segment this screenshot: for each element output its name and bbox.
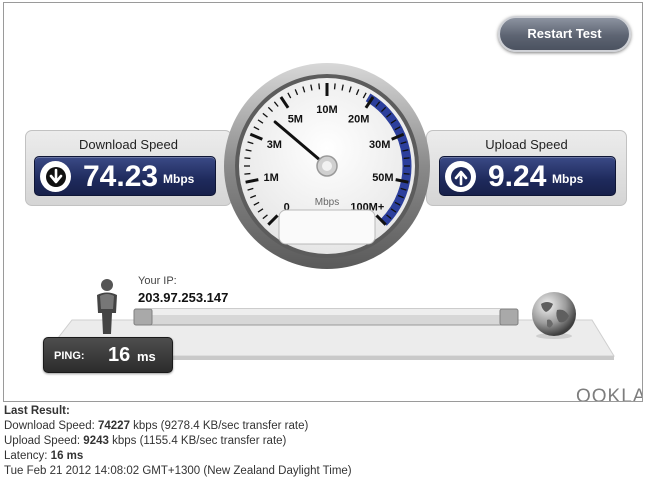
gauge-minor-tick — [318, 83, 321, 90]
arrow-down-icon — [40, 161, 71, 192]
gauge-minor-tick — [333, 83, 336, 90]
gauge-label: 1M — [263, 172, 278, 184]
gauge-label: 30M — [369, 139, 390, 151]
arrow-up-icon — [445, 161, 476, 192]
last-result-timestamp: Tue Feb 21 2012 14:08:02 GMT+1300 (New Z… — [4, 465, 352, 477]
ping-unit: ms — [137, 349, 156, 364]
gauge-label: 3M — [267, 139, 282, 151]
gauge-label: 20M — [348, 114, 369, 126]
last-result-section: Last Result: Download Speed: 74227 kbps … — [4, 404, 352, 479]
ping-value: 16 — [108, 344, 131, 366]
last-result-latency: Latency: 16 ms — [4, 450, 84, 462]
last-result-download: Download Speed: 74227 kbps (9278.4 KB/se… — [4, 420, 309, 432]
upload-speed-unit: Mbps — [552, 172, 584, 186]
gauge-minor-tick — [403, 157, 410, 160]
speed-gauge: 01M3M5M10M20M30M50M100M+ Mbps — [224, 63, 430, 269]
globe-icon — [532, 292, 576, 339]
last-result-upload: Upload Speed: 9243 kbps (1155.4 KB/sec t… — [4, 435, 287, 447]
gauge-unit-label: Mbps — [315, 197, 339, 208]
upload-speed-value: 9.24 — [488, 160, 547, 193]
download-speed-panel: Download Speed 74.23 Mbps — [25, 130, 232, 206]
upload-speed-panel: Upload Speed 9.24 Mbps — [426, 130, 627, 206]
ookla-logo: OOKLA — [576, 386, 643, 402]
ping-box: PING: 16 ms — [43, 337, 173, 373]
download-speed-box: 74.23 Mbps — [34, 156, 216, 196]
upload-speed-title: Upload Speed — [485, 137, 568, 152]
gauge-minor-tick — [403, 172, 410, 175]
gauge-minor-tick — [244, 172, 251, 175]
download-speed-unit: Mbps — [163, 172, 195, 186]
upload-speed-box: 9.24 Mbps — [439, 156, 616, 196]
gauge-label: 50M — [372, 172, 393, 184]
gauge-readout-box — [278, 209, 376, 245]
ip-address: 203.97.253.147 — [138, 290, 229, 305]
ping-label: PING: — [54, 350, 85, 362]
download-speed-value: 74.23 — [83, 160, 159, 193]
ip-label: Your IP: — [138, 275, 177, 287]
gauge-minor-tick — [244, 157, 251, 160]
restart-test-button[interactable]: Restart Test — [498, 16, 631, 52]
gauge-label: 10M — [316, 104, 337, 116]
last-result-title: Last Result: — [4, 405, 70, 417]
person-icon — [97, 279, 117, 334]
download-speed-title: Download Speed — [78, 137, 179, 152]
gauge-hub-cap — [322, 161, 332, 171]
gauge-label: 5M — [288, 114, 303, 126]
speedtest-app: Restart Test Download Speed 74.23 Mbps U… — [3, 2, 643, 402]
